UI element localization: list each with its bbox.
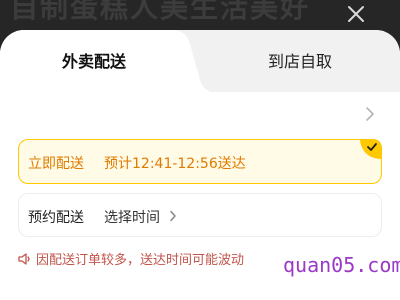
delivery-notice: 因配送订单较多，送达时间可能波动 xyxy=(18,249,244,268)
delivery-notice-text: 因配送订单较多，送达时间可能波动 xyxy=(36,253,245,268)
speaker-icon xyxy=(18,253,30,265)
tab-pickup[interactable]: 到店自取 xyxy=(268,48,332,72)
delivery-mode-tabs: 外卖配送 到店自取 xyxy=(0,30,400,92)
option-scheduled-delivery[interactable]: 预约配送 选择时间 xyxy=(18,193,382,237)
checkmark-icon xyxy=(360,139,382,159)
chevron-right-icon xyxy=(170,210,176,222)
estimated-delivery-time: 预计12:41-12:56送达 xyxy=(104,156,246,172)
watermark-text: quan05.com xyxy=(283,253,400,277)
option-deliver-now[interactable]: 立即配送 预计12:41-12:56送达 xyxy=(18,139,382,184)
option-deliver-now-label: 立即配送 xyxy=(28,156,84,172)
chevron-right-icon[interactable] xyxy=(365,106,375,122)
close-icon[interactable] xyxy=(346,4,366,24)
option-scheduled-delivery-label: 预约配送 xyxy=(28,210,84,226)
tab-delivery[interactable]: 外卖配送 xyxy=(62,48,126,72)
select-time-link[interactable]: 选择时间 xyxy=(104,207,160,227)
background-shop-banner-text: 自制蛋糕人美生活美好 xyxy=(10,0,311,24)
